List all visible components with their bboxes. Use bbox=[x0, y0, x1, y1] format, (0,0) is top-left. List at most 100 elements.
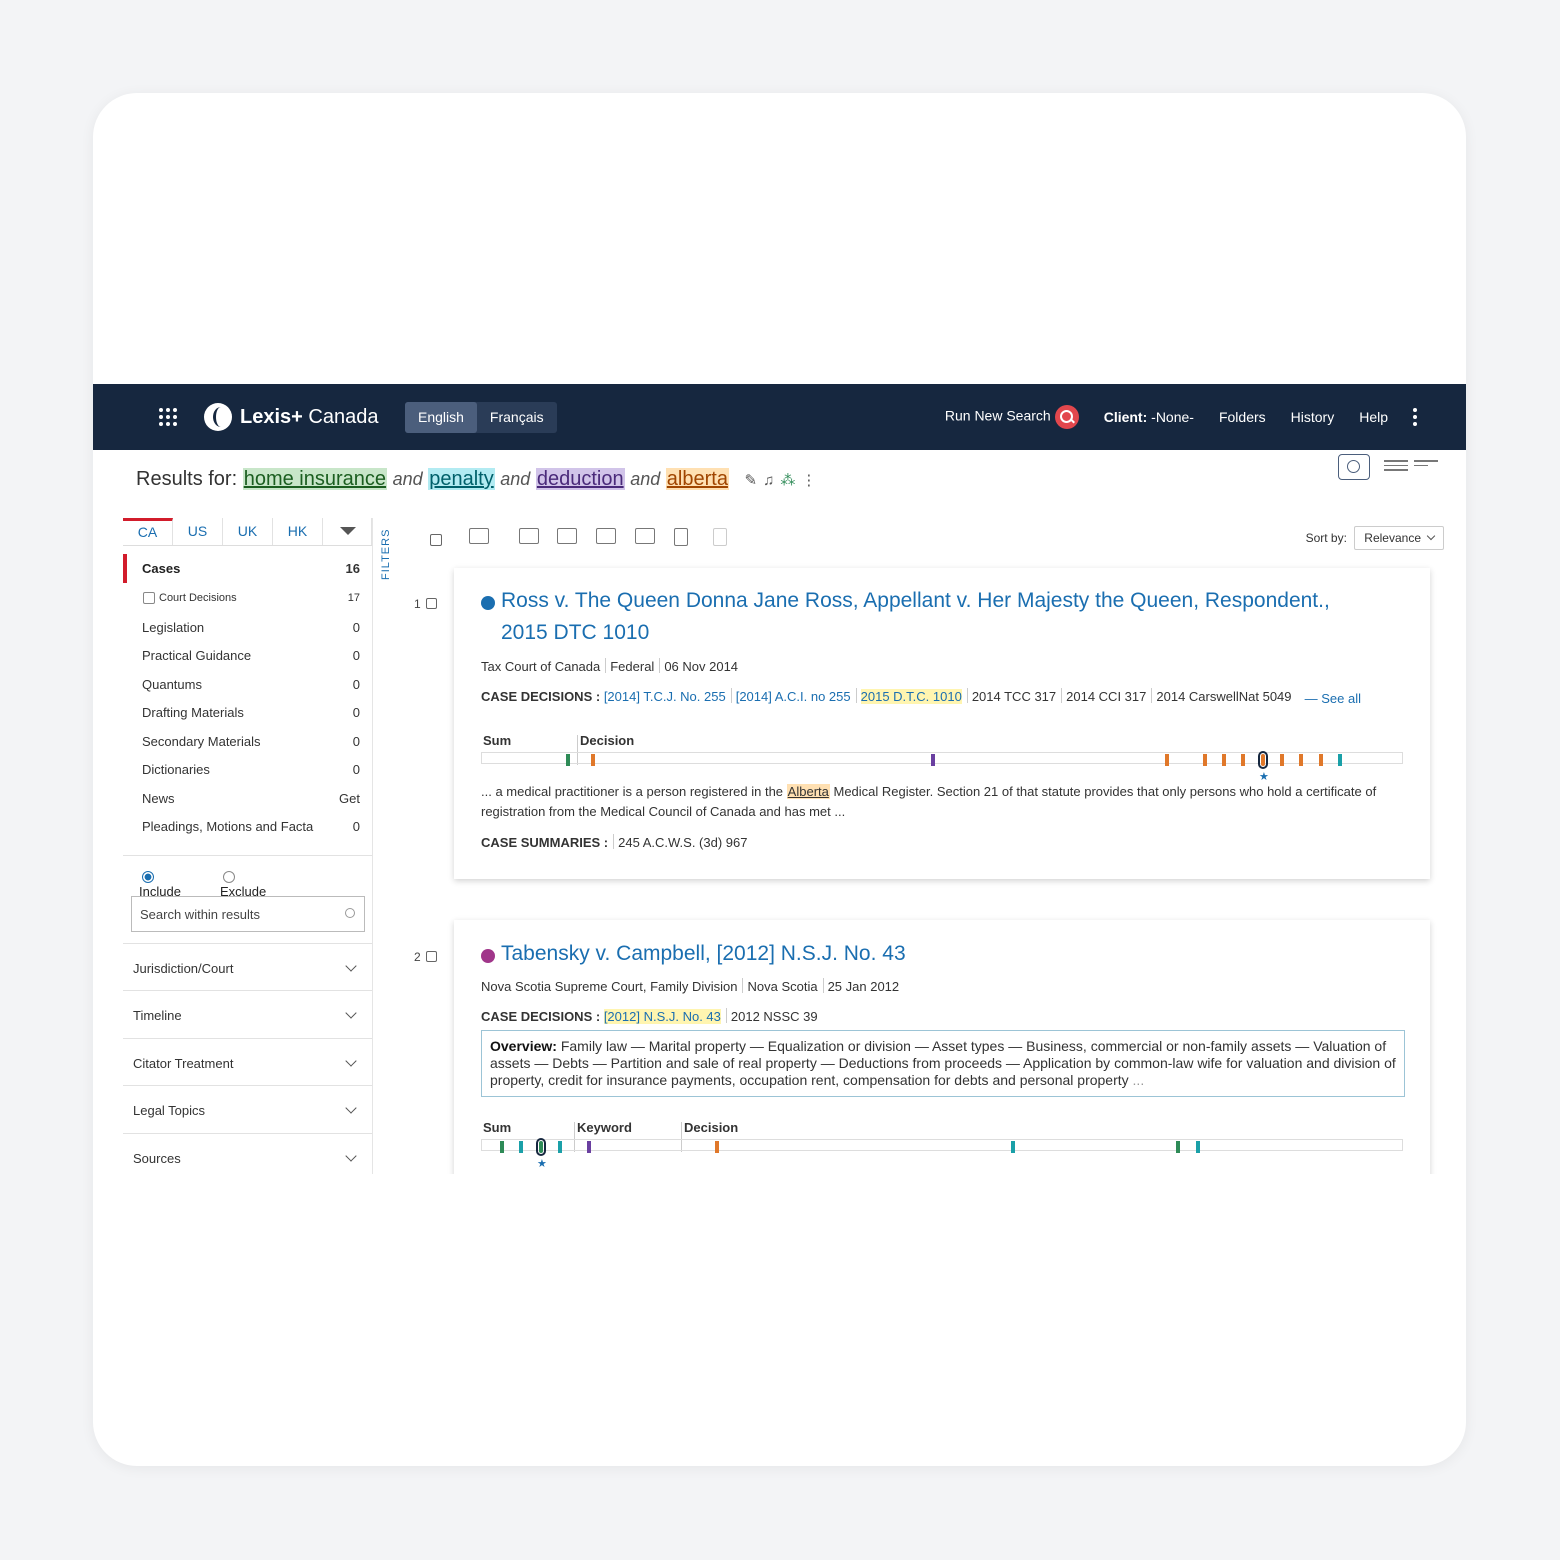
results-toolbar: Sort by: Relevance bbox=[424, 518, 1444, 558]
facet-label: Timeline bbox=[133, 1008, 182, 1023]
pie-view-icon[interactable] bbox=[1338, 454, 1370, 480]
edit-search-icon[interactable]: ✎ bbox=[745, 472, 764, 489]
category-pleadings[interactable]: Pleadings, Motions and Facta 0 bbox=[123, 812, 372, 841]
hit-marker[interactable] bbox=[931, 754, 935, 766]
exclude-radio[interactable]: Exclude bbox=[220, 870, 266, 899]
category-label: Secondary Materials bbox=[142, 733, 261, 749]
more-tabs-dropdown-icon[interactable] bbox=[323, 518, 372, 545]
screenshot-card: Lexis+ Canada English Français Run New S… bbox=[93, 93, 1466, 1466]
facet-jurisdiction-court[interactable]: Jurisdiction/Court bbox=[123, 943, 372, 991]
hit-marker[interactable] bbox=[500, 1141, 504, 1153]
hit-marker[interactable] bbox=[558, 1141, 562, 1153]
compact-list-view-icon[interactable] bbox=[1414, 460, 1438, 474]
folders-link[interactable]: Folders bbox=[1219, 409, 1266, 425]
hit-marker[interactable] bbox=[591, 754, 595, 766]
hit-marker[interactable] bbox=[715, 1141, 719, 1153]
search-term-alberta[interactable]: alberta bbox=[665, 468, 729, 490]
citation-link[interactable]: 2015 D.T.C. 1010 bbox=[860, 689, 962, 704]
citation-link[interactable]: [2014] T.C.J. No. 255 bbox=[604, 689, 726, 704]
see-all-link[interactable]: — See all bbox=[1305, 691, 1361, 706]
include-radio[interactable]: Include bbox=[139, 870, 181, 899]
hitmap-segment-label: Decision bbox=[580, 733, 635, 748]
category-dictionaries[interactable]: Dictionaries 0 bbox=[123, 755, 372, 784]
facet-label: Legal Topics bbox=[133, 1103, 206, 1118]
history-link[interactable]: History bbox=[1291, 409, 1335, 425]
brand-suffix: Canada bbox=[308, 405, 379, 428]
dropbox-icon[interactable] bbox=[635, 528, 655, 544]
tab-hk[interactable]: HK bbox=[273, 518, 323, 545]
hit-marker[interactable] bbox=[1319, 754, 1323, 766]
hit-marker[interactable] bbox=[566, 754, 570, 766]
select-all-checkbox[interactable] bbox=[430, 534, 442, 546]
court-decisions-checkbox[interactable] bbox=[143, 591, 155, 604]
hit-marker[interactable] bbox=[1222, 754, 1226, 766]
case-decisions: CASE DECISIONS : [2014] T.C.J. No. 255 [2… bbox=[481, 688, 1292, 704]
facet-timeline[interactable]: Timeline bbox=[123, 990, 372, 1038]
facet-sources[interactable]: Sources bbox=[123, 1133, 372, 1174]
run-new-search-button[interactable]: Run New Search bbox=[945, 405, 1079, 429]
search-term-penalty[interactable]: penalty bbox=[428, 468, 495, 490]
sort-select[interactable]: Relevance bbox=[1354, 526, 1444, 550]
category-label: Dictionaries bbox=[142, 762, 210, 777]
tab-ca[interactable]: CA bbox=[123, 518, 173, 545]
more-vertical-icon[interactable] bbox=[1413, 405, 1417, 429]
snippet-highlight: Alberta bbox=[786, 784, 830, 799]
tab-uk[interactable]: UK bbox=[223, 518, 273, 545]
result-title-link[interactable]: Tabensky v. Campbell, [2012] N.S.J. No. … bbox=[501, 938, 1381, 970]
category-court-decisions[interactable]: Court Decisions 17 bbox=[123, 583, 372, 613]
search-term-home-insurance[interactable]: home insurance bbox=[242, 468, 388, 490]
email-icon[interactable] bbox=[557, 528, 577, 544]
hit-marker[interactable] bbox=[587, 1141, 591, 1153]
help-link[interactable]: Help bbox=[1359, 409, 1388, 425]
download-icon[interactable] bbox=[596, 528, 616, 544]
operator: and bbox=[630, 469, 661, 489]
alert-bell-icon[interactable]: ♫ bbox=[763, 472, 780, 489]
category-count: 0 bbox=[352, 676, 360, 692]
facet-legal-topics[interactable]: Legal Topics bbox=[123, 1085, 372, 1133]
category-secondary-materials[interactable]: Secondary Materials 0 bbox=[123, 727, 372, 756]
print-icon[interactable] bbox=[519, 528, 539, 544]
result-title-link[interactable]: Ross v. The Queen Donna Jane Ross, Appel… bbox=[501, 585, 1381, 649]
client-value: -None- bbox=[1151, 409, 1194, 425]
hit-marker[interactable] bbox=[1203, 754, 1207, 766]
facet-citator-treatment[interactable]: Citator Treatment bbox=[123, 1038, 372, 1086]
category-quantums[interactable]: Quantums 0 bbox=[123, 670, 372, 699]
category-practical-guidance[interactable]: Practical Guidance 0 bbox=[123, 641, 372, 670]
tab-us[interactable]: US bbox=[173, 518, 223, 545]
hitmap-bar[interactable] bbox=[481, 1139, 1403, 1151]
hit-marker-current[interactable] bbox=[536, 1138, 546, 1156]
result-checkbox[interactable] bbox=[425, 951, 437, 962]
category-legislation[interactable]: Legislation 0 bbox=[123, 613, 372, 642]
hit-marker[interactable] bbox=[1011, 1141, 1015, 1153]
search-term-deduction[interactable]: deduction bbox=[535, 468, 625, 490]
category-cases[interactable]: Cases 16 bbox=[123, 554, 372, 583]
hit-marker[interactable] bbox=[1280, 754, 1284, 766]
hit-marker[interactable] bbox=[519, 1141, 523, 1153]
more-options-icon[interactable]: ⋮ bbox=[801, 472, 822, 489]
hit-marker[interactable] bbox=[1196, 1141, 1200, 1153]
filters-toggle[interactable]: FILTERS bbox=[372, 518, 402, 600]
client-selector[interactable]: Client: -None- bbox=[1104, 409, 1194, 425]
language-french-button[interactable]: Français bbox=[477, 402, 557, 433]
language-english-button[interactable]: English bbox=[405, 402, 477, 433]
hit-marker-current[interactable] bbox=[1258, 751, 1268, 769]
app-grid-icon[interactable] bbox=[159, 408, 177, 426]
citation-link[interactable]: [2014] A.C.I. no 255 bbox=[736, 689, 851, 704]
folder-icon[interactable] bbox=[469, 528, 489, 544]
category-news[interactable]: News Get bbox=[123, 784, 372, 813]
document-icon[interactable] bbox=[713, 528, 727, 546]
category-drafting-materials[interactable]: Drafting Materials 0 bbox=[123, 698, 372, 727]
hit-marker[interactable] bbox=[1176, 1141, 1180, 1153]
hit-marker[interactable] bbox=[1299, 754, 1303, 766]
citation-link[interactable]: [2012] N.S.J. No. 43 bbox=[603, 1009, 721, 1024]
hit-marker[interactable] bbox=[1165, 754, 1169, 766]
search-icon[interactable] bbox=[345, 908, 355, 918]
hit-marker[interactable] bbox=[1241, 754, 1245, 766]
result-checkbox[interactable] bbox=[425, 598, 437, 609]
full-list-view-icon[interactable] bbox=[1384, 460, 1408, 474]
lexis-logo[interactable]: Lexis+ Canada bbox=[204, 402, 378, 432]
hit-marker[interactable] bbox=[1338, 754, 1342, 766]
onedrive-icon[interactable] bbox=[674, 528, 688, 546]
network-icon[interactable]: ⁂ bbox=[780, 472, 801, 489]
search-within-input[interactable]: Search within results bbox=[131, 896, 365, 932]
